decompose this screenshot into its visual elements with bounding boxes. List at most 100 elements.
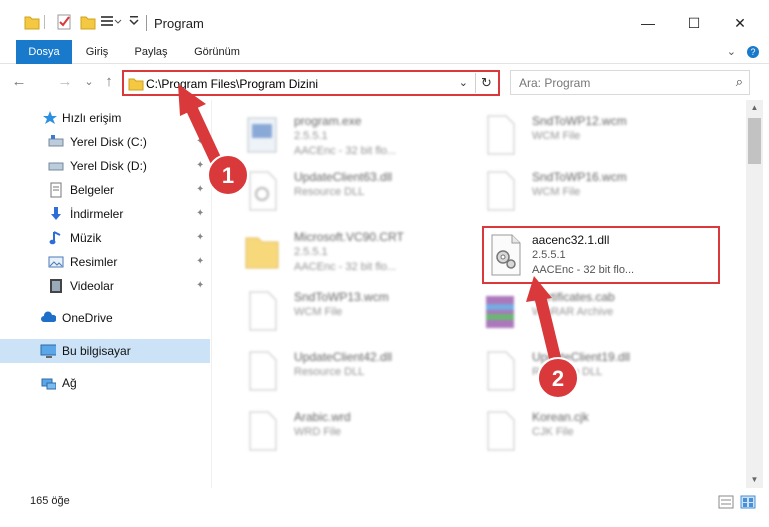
sidebar-item-label: Ağ (62, 376, 77, 390)
help-icon[interactable]: ? (747, 46, 759, 58)
sidebar-item-music[interactable]: Müzik ✦ (0, 226, 210, 250)
file-name: Arabic.wrd (294, 410, 351, 424)
file-item[interactable]: UpdateClient63.dll Resource DLL (234, 162, 470, 220)
sidebar-item-this-pc[interactable]: Bu bilgisayar (0, 339, 210, 363)
address-dropdown-icon[interactable]: ⌄ (459, 76, 468, 89)
tab-home[interactable]: Giriş (76, 40, 118, 64)
file-item[interactable]: UpdateClient19.dll Resource DLL (472, 342, 708, 400)
recent-locations-button[interactable]: ⌄ (80, 73, 98, 91)
file-item[interactable]: UpdateClient42.dll Resource DLL (234, 342, 470, 400)
search-box[interactable]: Ara: Program ⌕ (510, 70, 750, 95)
maximize-button[interactable]: ☐ (672, 10, 716, 36)
file-icon (249, 411, 277, 451)
back-button[interactable]: ← (10, 73, 28, 91)
separator (44, 15, 45, 29)
file-name: UpdateClient42.dll (294, 350, 393, 364)
vertical-scrollbar[interactable]: ▲ ▼ (746, 100, 763, 488)
close-button[interactable]: ✕ (718, 10, 762, 36)
scroll-thumb[interactable] (748, 118, 761, 164)
pin-icon[interactable]: ✦ (196, 130, 204, 154)
file-icon (487, 115, 515, 155)
sidebar-item-label: Videolar (70, 279, 114, 293)
up-button[interactable]: ↑ (100, 73, 118, 91)
pin-icon[interactable]: ✦ (196, 274, 204, 298)
dll-gear-file-icon (491, 234, 521, 276)
file-item[interactable]: Korean.cjk CJK File (472, 402, 708, 460)
tab-file[interactable]: Dosya (16, 40, 72, 64)
sidebar-item-onedrive[interactable]: OneDrive (0, 306, 210, 330)
properties-icon[interactable] (56, 13, 72, 31)
file-type: WCM File (532, 130, 581, 142)
file-icon (249, 291, 277, 331)
documents-icon (50, 182, 62, 198)
exe-file-icon (247, 117, 277, 153)
pin-icon[interactable]: ✦ (196, 202, 204, 226)
chevron-down-icon[interactable] (128, 13, 140, 31)
customize-quick-access-icon[interactable] (100, 13, 122, 31)
minimize-button[interactable]: — (626, 10, 670, 36)
sidebar-item-label: Belgeler (70, 183, 115, 197)
file-type: WRD File (294, 426, 342, 438)
drive-icon (48, 162, 64, 171)
sidebar-item-network[interactable]: Ağ (0, 371, 210, 395)
file-name: Certificates.cab (532, 290, 615, 304)
file-item[interactable]: Certificates.cab WinRAR Archive (472, 282, 708, 340)
file-item[interactable]: SndToWP13.wcm WCM File (234, 282, 470, 340)
address-bar[interactable]: C:\Program Files\Program Dizini ⌄ ↻ (122, 70, 500, 96)
file-item[interactable]: SndToWP16.wcm WCM File (472, 162, 708, 220)
sidebar-item-local-disk-d[interactable]: Yerel Disk (D:) ✦ (0, 154, 210, 178)
ribbon-tabs: Dosya Giriş Paylaş Görünüm ⌄ ? (0, 40, 769, 64)
archive-icon (486, 296, 514, 328)
file-item[interactable]: Microsoft.VC90.CRT 2.5.5.1 AACEnc - 32 b… (234, 222, 470, 280)
sidebar-item-label: Müzik (70, 231, 102, 245)
dll-file-icon (249, 171, 277, 211)
file-type: WCM File (294, 306, 343, 318)
sidebar-item-label: Yerel Disk (C:) (70, 135, 147, 149)
file-type: Resource DLL (294, 366, 365, 378)
large-icons-view-icon[interactable] (740, 495, 756, 509)
pin-icon[interactable]: ✦ (196, 178, 204, 202)
computer-icon (40, 344, 56, 358)
tab-share[interactable]: Paylaş (122, 40, 180, 64)
highlighted-file-item[interactable]: aacenc32.1.dll 2.5.5.1 AACEnc - 32 bit f… (482, 226, 720, 284)
title-separator (146, 15, 147, 31)
file-item[interactable]: SndToWP12.wcm WCM File (472, 106, 708, 164)
pin-icon[interactable]: ✦ (196, 226, 204, 250)
sidebar-item-local-disk-c[interactable]: Yerel Disk (C:) ✦ (0, 130, 210, 154)
file-name: UpdateClient63.dll (294, 170, 393, 184)
search-icon[interactable]: ⌕ (736, 74, 743, 90)
pin-icon[interactable]: ✦ (196, 154, 204, 178)
file-icon (487, 411, 515, 451)
refresh-button[interactable]: ↻ (475, 73, 497, 93)
pin-icon[interactable]: ✦ (196, 250, 204, 274)
file-list: program.exe 2.5.5.1 AACEnc - 32 bit flo.… (212, 100, 746, 488)
sidebar-item-label: Yerel Disk (D:) (70, 159, 147, 173)
sidebar-item-documents[interactable]: Belgeler ✦ (0, 178, 210, 202)
forward-button[interactable]: → (56, 73, 74, 91)
file-description: AACEnc - 32 bit flo... (294, 145, 397, 157)
file-name: SndToWP16.wcm (532, 170, 627, 184)
sidebar-item-quick-access[interactable]: Hızlı erişim (0, 106, 210, 130)
file-item[interactable]: Arabic.wrd WRD File (234, 402, 470, 460)
sidebar-item-label: Hızlı erişim (62, 111, 122, 125)
address-path[interactable]: C:\Program Files\Program Dizini (146, 77, 318, 91)
navigation-bar: ← → ⌄ ↑ C:\Program Files\Program Dizini … (0, 64, 769, 100)
details-view-icon[interactable] (718, 495, 734, 509)
sidebar-item-label: İndirmeler (70, 207, 124, 221)
ribbon-expand-icon[interactable]: ⌄ (727, 46, 736, 58)
videos-icon (50, 279, 62, 293)
scroll-up-button[interactable]: ▲ (746, 100, 763, 116)
tab-view[interactable]: Görünüm (186, 40, 248, 64)
sidebar-item-videos[interactable]: Videolar ✦ (0, 274, 210, 298)
search-input[interactable]: Ara: Program (519, 76, 590, 90)
file-name: aacenc32.1.dll (532, 233, 610, 247)
dll-file-icon (487, 351, 515, 391)
sidebar-item-label: OneDrive (62, 311, 113, 325)
file-item[interactable]: program.exe 2.5.5.1 AACEnc - 32 bit flo.… (234, 106, 470, 164)
item-count: 165 öğe (30, 495, 70, 507)
file-type: Resource DLL (532, 366, 603, 378)
sidebar-item-pictures[interactable]: Resimler ✦ (0, 250, 210, 274)
new-folder-icon[interactable] (80, 13, 96, 31)
scroll-down-button[interactable]: ▼ (746, 472, 763, 488)
sidebar-item-downloads[interactable]: İndirmeler ✦ (0, 202, 210, 226)
